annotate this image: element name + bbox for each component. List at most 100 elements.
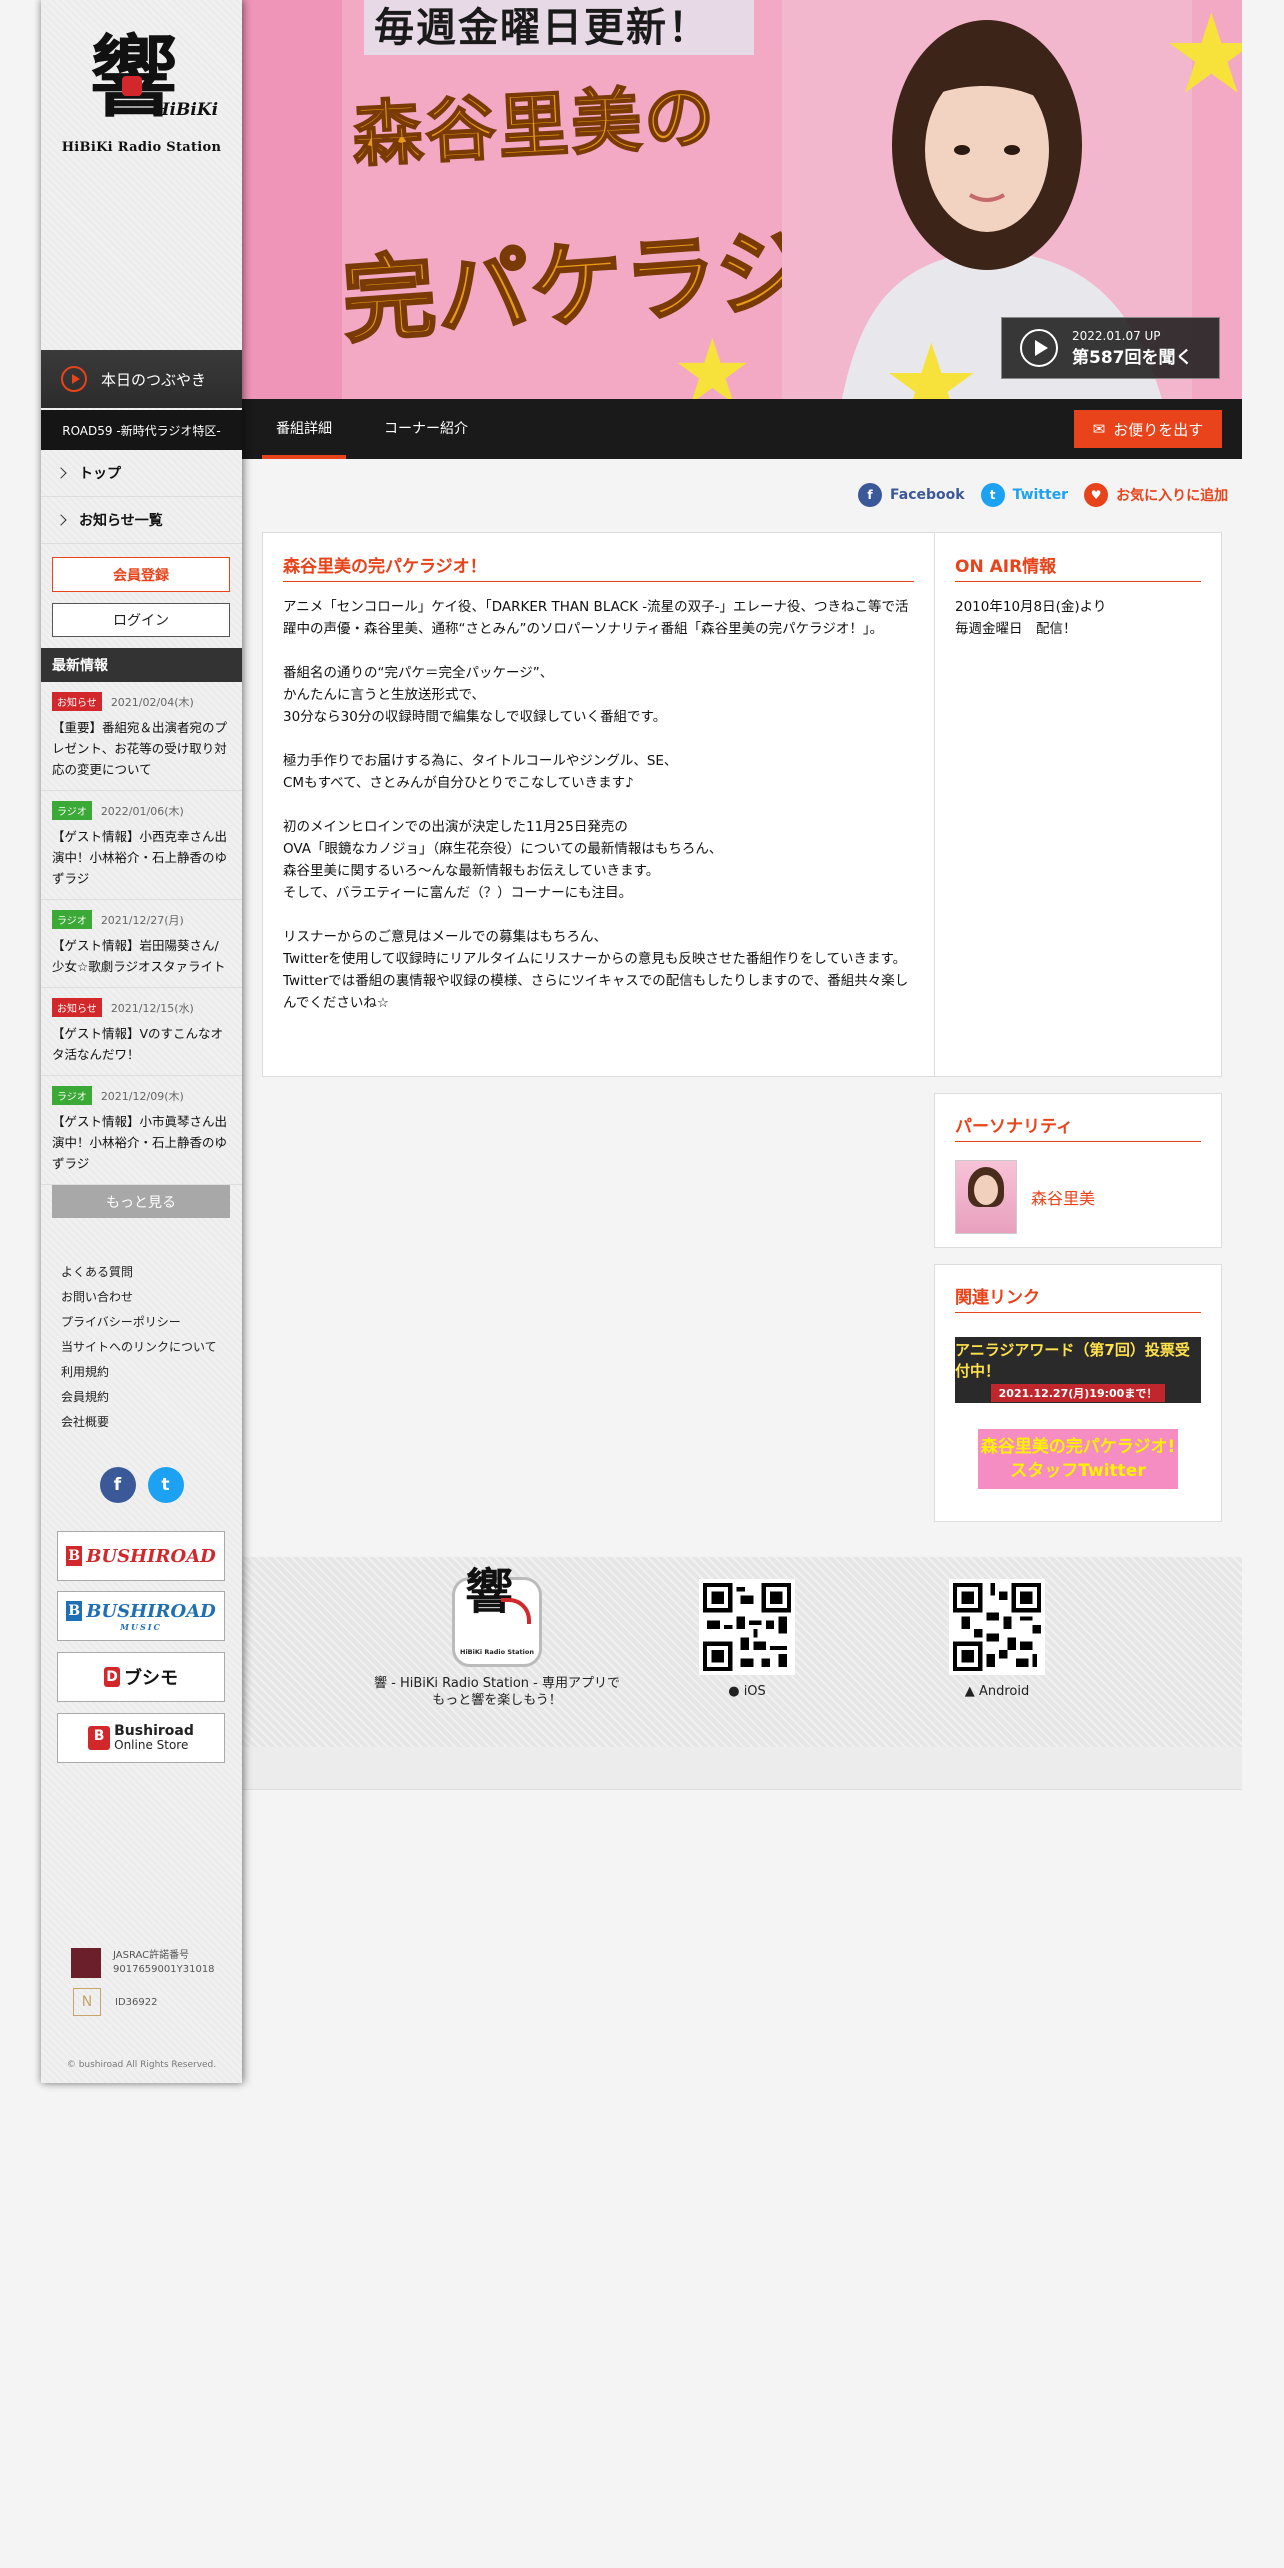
latest-episode-button[interactable]: 2022.01.07 UP 第587回を聞く bbox=[1001, 317, 1220, 379]
android-download[interactable]: ▲ Android bbox=[932, 1557, 1062, 1700]
staff-twitter-banner[interactable]: 森谷里美の完パケラジオ! スタッフTwitter bbox=[978, 1429, 1178, 1489]
android-qr-code bbox=[949, 1579, 1045, 1675]
send-letter-label: お便りを出す bbox=[1113, 420, 1204, 439]
radio-badge: ラジオ bbox=[52, 1086, 92, 1105]
login-button[interactable]: ログイン bbox=[52, 603, 230, 637]
twitter-icon[interactable]: t bbox=[147, 1467, 184, 1503]
tab-program-detail[interactable]: 番組詳細 bbox=[262, 399, 346, 459]
favorite-button[interactable]: ♥ お気に入りに追加 bbox=[1084, 483, 1228, 507]
bushiroad-banner-label: BUSHIROAD bbox=[86, 1545, 216, 1567]
facebook-icon[interactable]: f bbox=[99, 1467, 136, 1503]
road59-link[interactable]: ROAD59 -新時代ラジオ特区- bbox=[41, 410, 242, 450]
app-promo[interactable]: 響 HiBiKi Radio Station 響 - HiBiKi Radio … bbox=[372, 1557, 622, 1709]
link-company[interactable]: 会社概要 bbox=[61, 1410, 231, 1435]
star-decoration-icon: ★ bbox=[672, 320, 753, 399]
related-links-title: 関連リンク bbox=[955, 1283, 1201, 1313]
facebook-share-button[interactable]: f Facebook bbox=[858, 483, 965, 507]
nav-news-list[interactable]: お知らせ一覧 bbox=[41, 497, 242, 544]
news-badge: お知らせ bbox=[52, 692, 102, 711]
nav-top-label: トップ bbox=[79, 466, 121, 482]
android-icon: ▲ bbox=[964, 1684, 979, 1699]
bushiroad-music-logo-icon: B bbox=[66, 1601, 83, 1621]
footer-links: よくある質問 お問い合わせ プライバシーポリシー 当サイトへのリンクについて 利… bbox=[61, 1260, 231, 1435]
chevron-right-icon bbox=[55, 514, 67, 526]
news-list: お知らせ 2021/02/04(木) 【重要】番組宛＆出演者宛のプレゼント、お花等… bbox=[41, 682, 242, 1185]
shopping-bag-icon: B bbox=[88, 1726, 111, 1750]
link-terms[interactable]: 利用規約 bbox=[61, 1360, 231, 1385]
news-text: 【重要】番組宛＆出演者宛のプレゼント、お花等の受け取り対応の変更について bbox=[52, 720, 228, 777]
share-row: f Facebook t Twitter ♥ お気に入りに追加 bbox=[858, 483, 1228, 507]
jasrac-label: JASRAC許諾番号 bbox=[113, 1950, 190, 1961]
news-date: 2021/12/27(月) bbox=[100, 913, 184, 927]
ios-label: ● iOS bbox=[728, 1684, 766, 1699]
logo-red-mark bbox=[121, 76, 142, 96]
facebook-icon: f bbox=[858, 483, 882, 507]
news-date: 2021/02/04(木) bbox=[110, 695, 194, 709]
bushiroad-music-sub: MUSIC bbox=[120, 1621, 162, 1632]
play-icon bbox=[61, 366, 87, 392]
news-item[interactable]: ラジオ 2021/12/27(月) 【ゲスト情報】岩田陽葵さん/少女☆歌劇ラジオス… bbox=[41, 900, 242, 988]
daily-tweet-button[interactable]: 本日のつぶやき bbox=[41, 350, 242, 408]
radio-badge: ラジオ bbox=[52, 910, 92, 929]
daily-tweet-label: 本日のつぶやき bbox=[101, 370, 207, 389]
tab-corner-intro[interactable]: コーナー紹介 bbox=[376, 399, 476, 459]
apple-icon: ● bbox=[728, 1684, 744, 1699]
twitter-share-button[interactable]: t Twitter bbox=[980, 483, 1068, 507]
bushiroad-logo-icon: B bbox=[66, 1546, 83, 1566]
send-letter-button[interactable]: ✉ お便りを出す bbox=[1074, 410, 1222, 448]
twitter-icon: t bbox=[980, 483, 1005, 507]
link-contact[interactable]: お問い合わせ bbox=[61, 1285, 231, 1310]
more-news-button[interactable]: もっと見る bbox=[52, 1185, 230, 1218]
app-caption: 響 - HiBiKi Radio Station - 専用アプリで もっと響を楽… bbox=[374, 1676, 620, 1708]
personality-title: パーソナリティ bbox=[955, 1112, 1201, 1142]
bushiroad-banner[interactable]: B BUSHIROAD bbox=[57, 1531, 225, 1581]
onair-text: 2010年10月8日(金)より 毎週金曜日 配信！ bbox=[955, 599, 1107, 637]
personality-thumbnail bbox=[955, 1160, 1017, 1234]
news-item[interactable]: ラジオ 2022/01/06(木) 【ゲスト情報】小西克幸さん出演中！小林裕介・石… bbox=[41, 791, 242, 900]
nextone-seal-icon: N bbox=[73, 1988, 101, 2016]
jasrac-license: JASRAC許諾番号 9017659001Y31018 bbox=[71, 1948, 231, 1978]
nav-top[interactable]: トップ bbox=[41, 450, 242, 497]
member-register-button[interactable]: 会員登録 bbox=[52, 557, 230, 592]
heart-icon: ♥ bbox=[1084, 483, 1109, 507]
episode-date: 2022.01.07 UP bbox=[1072, 328, 1161, 343]
ios-qr-code bbox=[699, 1579, 795, 1675]
ios-download[interactable]: ● iOS bbox=[682, 1557, 812, 1700]
page-footer-strip bbox=[242, 1747, 1242, 1790]
hero-title-line1: 森谷里美の bbox=[349, 74, 720, 177]
android-label: ▲ Android bbox=[964, 1684, 1030, 1699]
news-item[interactable]: お知らせ 2021/02/04(木) 【重要】番組宛＆出演者宛のプレゼント、お花等… bbox=[41, 682, 242, 791]
hero-update-text: 毎週金曜日更新！ bbox=[374, 5, 710, 51]
link-faq[interactable]: よくある質問 bbox=[61, 1260, 231, 1285]
app-icon-label: HiBiKi Radio Station bbox=[460, 1648, 534, 1656]
news-item[interactable]: ラジオ 2021/12/09(木) 【ゲスト情報】小市眞琴さん出演中！小林裕介・石… bbox=[41, 1076, 242, 1185]
link-linking[interactable]: 当サイトへのリンクについて bbox=[61, 1335, 231, 1360]
site-logo[interactable]: 響 HiBiKi HiBiKi Radio Station bbox=[41, 25, 242, 175]
bushiroad-music-banner-label: BUSHIROAD bbox=[86, 1600, 216, 1622]
link-member-terms[interactable]: 会員規約 bbox=[61, 1385, 231, 1410]
bushiroad-music-banner[interactable]: B BUSHIROAD MUSIC bbox=[57, 1591, 225, 1641]
logo-station-name: HiBiKi Radio Station bbox=[61, 140, 222, 155]
nextone-license: N ID36922 bbox=[71, 1988, 231, 2016]
onair-panel: ON AIR情報 2010年10月8日(金)より 毎週金曜日 配信！ bbox=[934, 532, 1222, 1077]
facebook-share-label: Facebook bbox=[890, 487, 965, 503]
bushimo-banner-label: ブシモ bbox=[124, 1668, 178, 1689]
latest-news-heading: 最新情報 bbox=[41, 648, 242, 682]
star-decoration-icon: ★ bbox=[882, 320, 981, 399]
bushimo-banner[interactable]: D ブシモ bbox=[57, 1652, 225, 1702]
favorite-label: お気に入りに追加 bbox=[1116, 488, 1229, 504]
news-date: 2021/12/09(木) bbox=[100, 1089, 184, 1103]
envelope-icon: ✉ bbox=[1092, 420, 1106, 438]
news-item[interactable]: お知らせ 2021/12/15(水) 【ゲスト情報】Vのすこんなオタ活なんだワ！ bbox=[41, 988, 242, 1076]
bushiroad-store-banner[interactable]: B Bushiroad Online Store bbox=[57, 1713, 225, 1763]
bushimo-logo-icon: D bbox=[104, 1667, 120, 1687]
hero-stripe bbox=[242, 0, 342, 399]
jasrac-number: 9017659001Y31018 bbox=[113, 1964, 215, 1975]
app-download-area: 響 HiBiKi Radio Station 響 - HiBiKi Radio … bbox=[242, 1557, 1242, 1747]
anirad-award-text: アニラジアワード（第7回）投票受付中！ bbox=[955, 1340, 1190, 1380]
link-privacy[interactable]: プライバシーポリシー bbox=[61, 1310, 231, 1335]
anirad-award-banner[interactable]: アニラジアワード（第7回）投票受付中！ 2021.12.27(月)19:00まで… bbox=[955, 1337, 1201, 1403]
play-icon bbox=[1020, 329, 1058, 367]
jasrac-seal-icon bbox=[71, 1948, 101, 1978]
personality-link[interactable]: 森谷里美 bbox=[955, 1160, 1201, 1234]
